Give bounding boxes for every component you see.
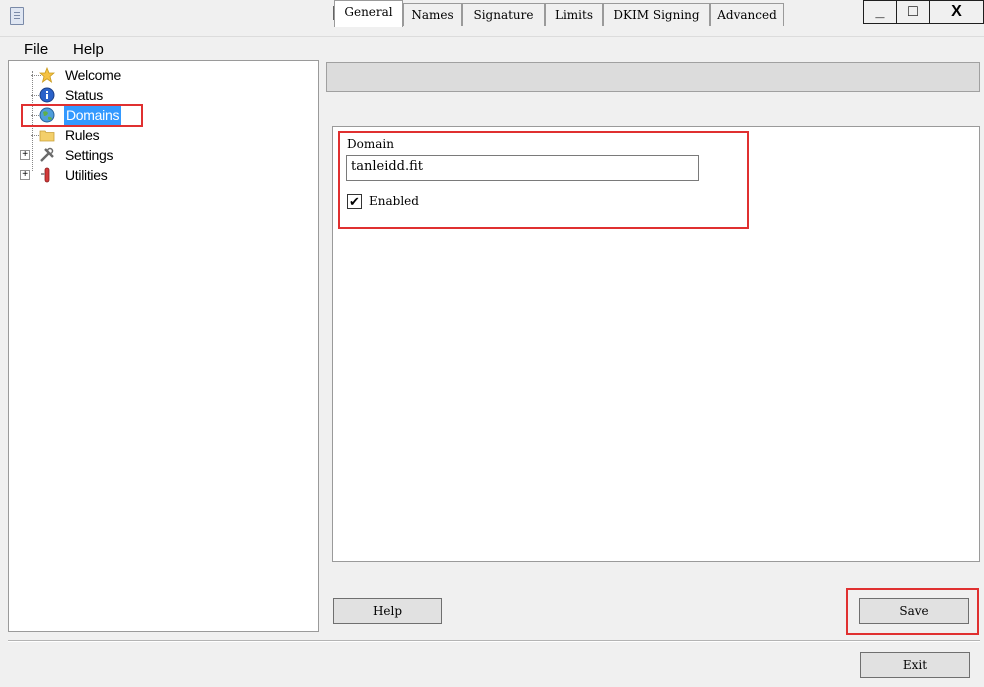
tree-item-label: Status <box>65 87 103 103</box>
menu-bar: File Help <box>0 36 984 61</box>
help-button[interactable]: Help <box>333 598 442 624</box>
tree-item-settings[interactable]: + Settings <box>9 145 139 165</box>
utility-icon <box>41 167 50 183</box>
expand-utilities-icon[interactable]: + <box>20 170 30 180</box>
tab-advanced[interactable]: Advanced <box>710 3 784 26</box>
highlight-save <box>846 588 979 635</box>
tree-item-label: Welcome <box>65 67 121 83</box>
tree-item-label: Settings <box>65 147 114 163</box>
highlight-general-fields <box>338 131 749 229</box>
tab-signature[interactable]: Signature <box>462 3 545 26</box>
tab-limits[interactable]: Limits <box>545 3 603 26</box>
maximize-button[interactable]: □ <box>896 0 929 24</box>
tree-item-welcome[interactable]: Welcome <box>9 65 139 85</box>
tree-item-status[interactable]: Status <box>9 85 139 105</box>
tab-names[interactable]: Names <box>403 3 462 26</box>
folder-icon <box>39 130 55 142</box>
tab-general[interactable]: General <box>334 0 403 27</box>
exit-button[interactable]: Exit <box>860 652 970 678</box>
window-controls: _ □ X <box>863 0 984 24</box>
navigation-tree[interactable]: Welcome Status Domains Rules + Settings … <box>8 60 319 632</box>
tools-icon <box>40 147 54 162</box>
info-icon <box>39 87 55 103</box>
close-button[interactable]: X <box>929 0 984 24</box>
expand-settings-icon[interactable]: + <box>20 150 30 160</box>
tree-item-utilities[interactable]: + Utilities <box>9 165 139 185</box>
tree-item-label: Utilities <box>65 167 108 183</box>
tree-item-label: Rules <box>65 127 100 143</box>
menu-file[interactable]: File <box>24 41 48 58</box>
panel-header <box>326 62 980 92</box>
separator-highlight <box>8 641 980 642</box>
star-icon <box>39 67 55 83</box>
highlight-domains <box>21 104 143 127</box>
minimize-button[interactable]: _ <box>863 0 896 24</box>
tree-item-rules[interactable]: Rules <box>9 125 139 145</box>
tab-dkim-signing[interactable]: DKIM Signing <box>603 3 710 26</box>
menu-help[interactable]: Help <box>73 41 104 58</box>
